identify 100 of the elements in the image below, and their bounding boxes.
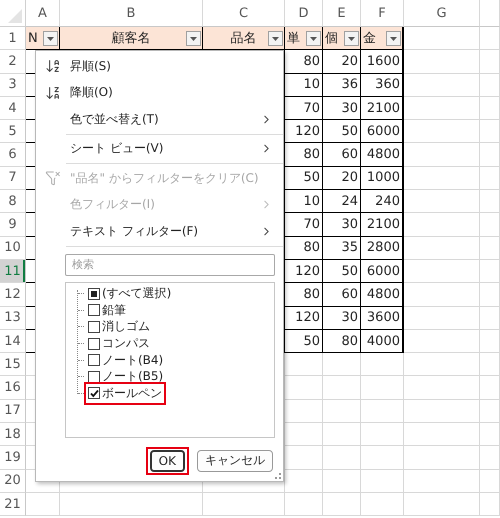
search-field[interactable]: 検索 (65, 254, 275, 276)
menu-item[interactable]: 降順(O) (36, 80, 283, 106)
menu-item[interactable]: シート ビュー(V) (36, 136, 283, 162)
grid-cell[interactable]: 4800 (361, 143, 404, 167)
checkbox[interactable] (88, 387, 100, 400)
grid-cell[interactable]: 60 (323, 283, 361, 307)
grid-cell[interactable] (480, 143, 500, 167)
grid-cell[interactable] (361, 446, 404, 470)
row-header[interactable]: 21 (0, 492, 26, 516)
grid-cell[interactable] (285, 400, 323, 424)
grid-cell[interactable] (361, 423, 404, 446)
grid-cell[interactable] (404, 236, 480, 260)
grid-cell[interactable]: 50 (323, 120, 361, 144)
grid-cell[interactable]: 20 (323, 50, 361, 74)
grid-cell[interactable] (480, 236, 500, 260)
grid-cell[interactable] (480, 353, 500, 376)
grid-cell[interactable]: 4800 (361, 283, 404, 307)
grid-cell[interactable] (323, 470, 361, 493)
grid-cell[interactable] (323, 423, 361, 446)
checkbox[interactable] (88, 304, 100, 316)
row-header[interactable]: 3 (0, 74, 26, 97)
grid-cell[interactable] (404, 50, 480, 74)
grid-cell[interactable] (480, 260, 500, 284)
row-header[interactable]: 19 (0, 446, 26, 470)
grid-cell[interactable] (404, 470, 480, 493)
grid-cell[interactable]: 60 (323, 143, 361, 167)
grid-cell[interactable] (361, 400, 404, 424)
grid-cell[interactable] (404, 400, 480, 424)
grid-cell[interactable] (285, 423, 323, 446)
grid-cell[interactable]: 30 (323, 96, 361, 120)
row-header[interactable]: 20 (0, 470, 26, 493)
grid-cell[interactable] (480, 120, 500, 144)
grid-cell[interactable]: 24 (323, 190, 361, 214)
grid-cell[interactable]: 50 (285, 330, 323, 354)
grid-cell[interactable]: 6000 (361, 120, 404, 144)
cancel-button[interactable]: キャンセル (197, 450, 273, 472)
grid-cell[interactable] (404, 260, 480, 284)
grid-cell[interactable] (480, 400, 500, 424)
grid-cell[interactable] (361, 470, 404, 493)
grid-cell[interactable] (323, 353, 361, 376)
row-header[interactable]: 14 (0, 330, 26, 354)
column-header[interactable]: C (203, 0, 285, 27)
ok-button[interactable]: OK (150, 450, 185, 472)
grid-cell[interactable] (361, 492, 404, 516)
grid-cell[interactable] (404, 190, 480, 214)
filter-button[interactable] (43, 31, 58, 46)
column-header[interactable]: G (404, 0, 480, 27)
grid-cell[interactable]: 3600 (361, 306, 404, 330)
grid-cell[interactable] (323, 446, 361, 470)
checkbox[interactable] (88, 288, 100, 300)
grid-cell[interactable] (203, 492, 285, 516)
checkbox-label[interactable]: 消しゴム (102, 318, 150, 336)
grid-cell[interactable] (361, 376, 404, 400)
row-header[interactable]: 9 (0, 213, 26, 237)
grid-cell[interactable] (404, 423, 480, 446)
row-header[interactable]: 18 (0, 423, 26, 446)
grid-cell[interactable] (404, 446, 480, 470)
grid-cell[interactable]: 2100 (361, 96, 404, 120)
grid-cell[interactable]: 80 (285, 50, 323, 74)
grid-cell[interactable]: 50 (285, 166, 323, 190)
row-header[interactable]: 15 (0, 353, 26, 376)
row-header[interactable]: 16 (0, 376, 26, 400)
checkbox-label[interactable]: 鉛筆 (102, 302, 126, 319)
row-header[interactable]: 4 (0, 96, 26, 120)
grid-cell[interactable] (404, 120, 480, 144)
checkbox[interactable] (88, 338, 100, 350)
grid-cell[interactable]: 35 (323, 236, 361, 260)
grid-cell[interactable] (480, 213, 500, 237)
filter-button[interactable] (344, 31, 359, 46)
checkbox-label[interactable]: ノート(B4) (102, 352, 164, 369)
row-header[interactable]: 10 (0, 236, 26, 260)
row-header[interactable]: 12 (0, 283, 26, 307)
grid-cell[interactable] (480, 376, 500, 400)
grid-cell[interactable] (480, 96, 500, 120)
filter-button[interactable] (306, 31, 321, 46)
grid-cell[interactable] (404, 353, 480, 376)
column-header[interactable]: F (361, 0, 404, 27)
grid-cell[interactable] (285, 470, 323, 493)
grid-cell[interactable]: 80 (285, 283, 323, 307)
grid-cell[interactable]: 30 (323, 213, 361, 237)
grid-cell[interactable] (480, 27, 500, 50)
grid-cell[interactable] (26, 492, 60, 516)
grid-cell[interactable]: 70 (285, 96, 323, 120)
grid-cell[interactable] (404, 330, 480, 354)
grid-cell[interactable] (480, 50, 500, 74)
filter-button[interactable] (268, 31, 283, 46)
row-header[interactable]: 13 (0, 306, 26, 330)
column-header[interactable]: A (26, 0, 60, 27)
grid-cell[interactable] (361, 353, 404, 376)
grid-cell[interactable] (480, 190, 500, 214)
grid-cell[interactable] (480, 492, 500, 516)
grid-cell[interactable] (404, 143, 480, 167)
grid-cell[interactable]: 240 (361, 190, 404, 214)
row-header[interactable]: 7 (0, 166, 26, 190)
grid-cell[interactable] (285, 353, 323, 376)
grid-cell[interactable] (60, 492, 203, 516)
grid-cell[interactable] (404, 96, 480, 120)
row-header[interactable]: 17 (0, 400, 26, 424)
menu-item[interactable]: テキスト フィルター(F) (36, 218, 283, 244)
checkbox-label[interactable]: ボールペン (102, 384, 162, 402)
